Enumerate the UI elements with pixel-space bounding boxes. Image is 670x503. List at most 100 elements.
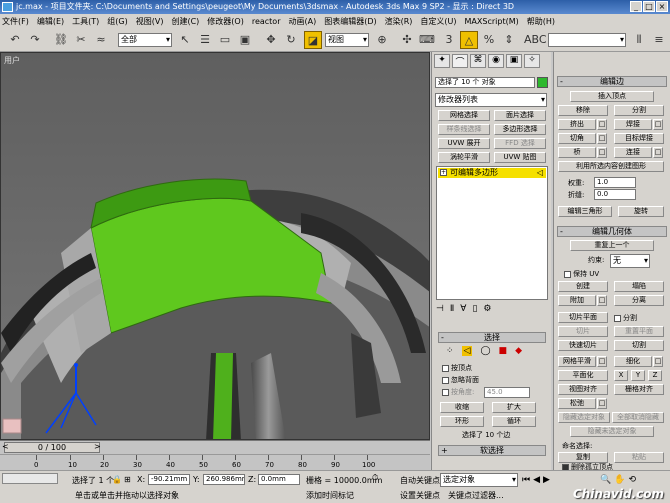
slider-left-arrow-icon[interactable]: < [2, 442, 9, 451]
modifier-stack[interactable]: + 可编辑多边形 ◁ [436, 166, 548, 300]
planarize-y-button[interactable]: Y [631, 370, 645, 381]
refine-button[interactable]: 细化 [614, 356, 652, 367]
hide-unselected-button[interactable]: 隐藏未选定对象 [570, 426, 654, 437]
unlink-icon[interactable]: ✂ [72, 31, 90, 49]
weight-field[interactable]: 1.0 [594, 177, 636, 188]
modify-tab-icon[interactable]: ⌒ [452, 54, 468, 68]
ffd-select-button[interactable]: FFD 选择 [494, 138, 546, 149]
select-object-icon[interactable]: ↖ [176, 31, 194, 49]
edit-triangulation-button[interactable]: 编辑三角形 [558, 206, 612, 217]
select-manipulate-icon[interactable]: ✣ [398, 31, 416, 49]
detach-button[interactable]: 分离 [614, 295, 664, 306]
loop-button[interactable]: 循环 [492, 416, 536, 427]
split-button[interactable]: 分割 [614, 105, 664, 116]
play-icon[interactable]: ▶ [543, 475, 550, 485]
menu-create[interactable]: 创建(C) [171, 16, 199, 27]
z-coord-field[interactable]: 0.0mm [258, 474, 300, 485]
meshsmooth-settings-icon[interactable]: □ [597, 356, 607, 367]
repeat-last-button[interactable]: 重复上一个 [570, 240, 654, 251]
prev-frame-icon[interactable]: ◀ [533, 475, 540, 485]
autokey-button[interactable]: 自动关键点 [400, 475, 440, 486]
menu-help[interactable]: 帮助(H) [527, 16, 555, 27]
grow-button[interactable]: 扩大 [492, 402, 536, 413]
close-button[interactable]: × [656, 1, 668, 12]
edge-icon[interactable]: ◁ [461, 346, 473, 356]
bridge-button[interactable]: 桥 [558, 147, 596, 158]
show-end-result-icon[interactable]: Ⅱ [450, 304, 454, 318]
utilities-tab-icon[interactable]: ✧ [524, 54, 540, 68]
weld-settings-icon[interactable]: □ [653, 119, 663, 130]
pivot-center-icon[interactable]: ⊕ [373, 31, 391, 49]
align-icon[interactable]: ≡ [650, 31, 668, 49]
polygon-icon[interactable]: ■ [499, 346, 508, 356]
viewport-label[interactable]: 用户 [4, 55, 20, 66]
keyboard-shortcut-icon[interactable]: ⌨ [418, 31, 436, 49]
extrude-settings-icon[interactable]: □ [597, 119, 607, 130]
constraints-dropdown[interactable]: 无 [610, 254, 650, 268]
menu-group[interactable]: 组(G) [107, 16, 127, 27]
time-slider[interactable]: 0 / 100 [4, 442, 100, 453]
turn-button[interactable]: 旋转 [618, 206, 664, 217]
lock-selection-icon[interactable]: 🔒 [112, 475, 122, 484]
orbit-icon[interactable]: ⟲ [628, 475, 636, 485]
slice-button[interactable]: 切片 [558, 326, 608, 337]
display-tab-icon[interactable]: ▣ [506, 54, 522, 68]
angle-snap-icon[interactable]: △ [460, 31, 478, 49]
unhide-all-button[interactable]: 全部取消隐藏 [612, 412, 664, 423]
spinner-snap-icon[interactable]: ⇕ [500, 31, 518, 49]
zoom-icon[interactable]: 🔍 [600, 475, 611, 485]
time-config-icon[interactable]: ⏱ [372, 473, 378, 483]
refine-settings-icon[interactable]: □ [653, 356, 663, 367]
mirror-icon[interactable]: ⫴ [630, 31, 648, 49]
move-icon[interactable]: ✥ [262, 31, 280, 49]
link-icon[interactable]: ⛓ [52, 31, 70, 49]
menu-edit[interactable]: 编辑(E) [37, 16, 64, 27]
object-name-field[interactable]: 选择了 10 个 对象 [435, 77, 535, 88]
expand-icon[interactable]: + [440, 169, 447, 176]
bind-spacewarp-icon[interactable]: ≈ [92, 31, 110, 49]
named-selection-icon[interactable]: ABC [524, 31, 547, 49]
menu-maxscript[interactable]: MAXScript(M) [465, 17, 519, 26]
configure-sets-icon[interactable]: ⚙ [483, 304, 491, 318]
key-mode-dropdown[interactable]: 选定对象 [440, 473, 518, 487]
redo-icon[interactable]: ↷ [26, 31, 44, 49]
hide-selected-button[interactable]: 隐藏选定对象 [558, 412, 610, 423]
reference-coord-dropdown[interactable]: 视图 [325, 33, 369, 47]
target-weld-button[interactable]: 目标焊接 [614, 133, 664, 144]
key-filters-button[interactable]: 关键点过滤器... [448, 490, 504, 501]
y-coord-field[interactable]: 260.986mm [203, 474, 245, 485]
attach-button[interactable]: 附加 [558, 295, 596, 306]
menu-modifiers[interactable]: 修改器(O) [207, 16, 244, 27]
create-tab-icon[interactable]: ✦ [434, 54, 450, 68]
chamfer-settings-icon[interactable]: □ [597, 133, 607, 144]
weld-button[interactable]: 焊接 [614, 119, 652, 130]
uvw-unwrap-button[interactable]: UVW 展开 [438, 138, 490, 149]
stack-item-editable-poly[interactable]: + 可编辑多边形 ◁ [438, 168, 546, 178]
modifier-list-dropdown[interactable]: 修改器列表 [435, 93, 547, 107]
shrink-button[interactable]: 收缩 [440, 402, 484, 413]
collapse-button[interactable]: 塌陷 [614, 281, 664, 292]
element-icon[interactable]: ◆ [515, 346, 522, 356]
menu-customize[interactable]: 自定义(U) [420, 16, 456, 27]
menu-tools[interactable]: 工具(T) [72, 16, 99, 27]
edit-geometry-rollout[interactable]: - 编辑几何体 [557, 226, 667, 237]
relax-button[interactable]: 松弛 [558, 398, 596, 409]
soft-selection-rollout[interactable]: + 软选择 [438, 445, 546, 456]
add-time-tag-button[interactable]: 添加时间标记 [306, 490, 354, 501]
menu-reactor[interactable]: reactor [252, 17, 281, 26]
remove-modifier-icon[interactable]: ▯ [472, 304, 477, 318]
pin-stack-icon[interactable]: ⊣ [436, 304, 444, 318]
meshsmooth-button[interactable]: 网格平滑 [558, 356, 596, 367]
absolute-mode-icon[interactable]: ⊞ [124, 475, 131, 484]
named-selection-dropdown[interactable] [548, 33, 626, 47]
turbosmooth-button[interactable]: 涡轮平滑 [438, 152, 490, 163]
ring-button[interactable]: 环形 [440, 416, 484, 427]
rotate-icon[interactable]: ↻ [282, 31, 300, 49]
menu-views[interactable]: 视图(V) [136, 16, 164, 27]
maxscript-listener[interactable] [2, 473, 58, 484]
border-icon[interactable]: ◯ [480, 346, 490, 356]
set-key-button[interactable]: 设置关键点 [400, 490, 440, 501]
planarize-button[interactable]: 平面化 [558, 370, 608, 381]
poly-select-button[interactable]: 多边形选择 [494, 124, 546, 135]
mesh-select-button[interactable]: 网格选择 [438, 110, 490, 121]
